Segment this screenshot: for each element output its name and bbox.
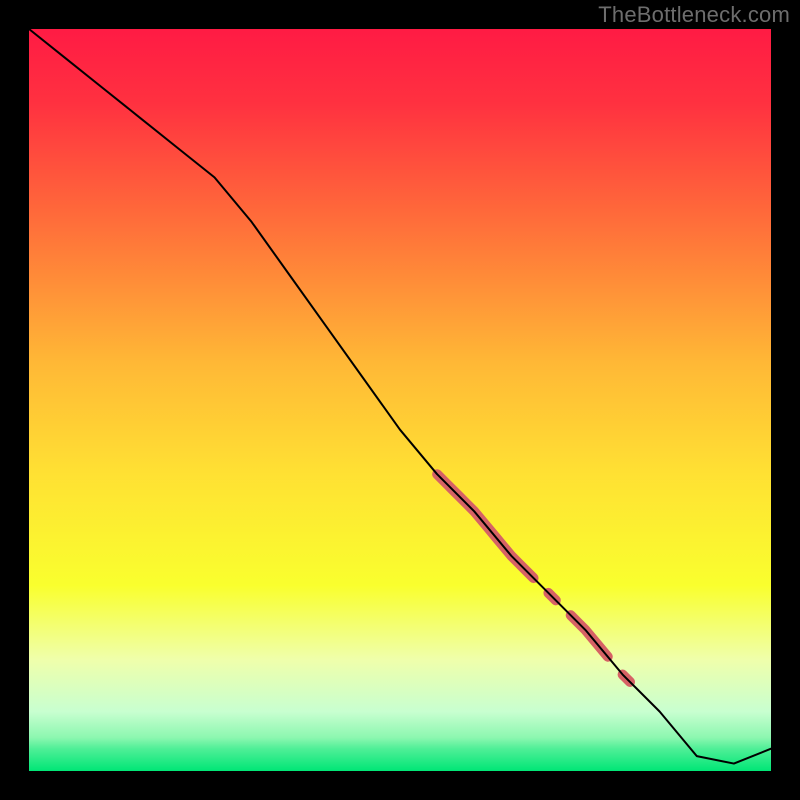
watermark-text: TheBottleneck.com: [598, 2, 790, 28]
chart-stage: TheBottleneck.com: [0, 0, 800, 800]
plot-background: [29, 29, 771, 771]
chart-svg: [0, 0, 800, 800]
